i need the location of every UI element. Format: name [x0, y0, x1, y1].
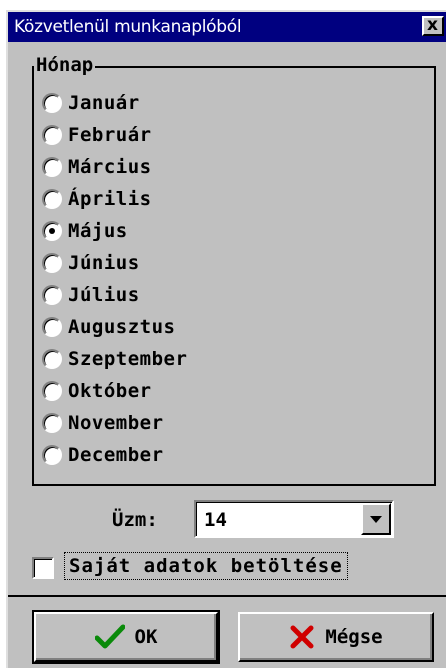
- cancel-label: Mégse: [325, 626, 383, 648]
- radio-month-oktober[interactable]: Október: [42, 376, 152, 406]
- radio-month-aprilis[interactable]: Április: [42, 184, 152, 214]
- radio-label: Január: [68, 92, 140, 114]
- radio-button[interactable]: [42, 413, 62, 433]
- radio-label: Szeptember: [68, 348, 188, 370]
- radio-button[interactable]: [42, 93, 62, 113]
- radio-button[interactable]: [42, 445, 62, 465]
- radio-label: December: [68, 444, 164, 466]
- own-data-label[interactable]: Saját adatok betöltése: [64, 552, 348, 580]
- radio-month-julius[interactable]: Július: [42, 280, 140, 310]
- uzm-dropdown[interactable]: 14: [194, 500, 394, 538]
- radio-label: Október: [68, 380, 152, 402]
- radio-button[interactable]: [42, 189, 62, 209]
- radio-month-augusztus[interactable]: Augusztus: [42, 312, 175, 342]
- radio-label: Május: [68, 220, 128, 242]
- radio-month-december[interactable]: December: [42, 440, 164, 470]
- radio-label: Március: [68, 156, 152, 178]
- radio-month-november[interactable]: November: [42, 408, 164, 438]
- uzm-label: Üzm:: [112, 509, 158, 531]
- radio-month-marcius[interactable]: Március: [42, 152, 152, 182]
- radio-button-selected[interactable]: [42, 221, 62, 241]
- close-icon: x: [427, 15, 438, 35]
- radio-button[interactable]: [42, 253, 62, 273]
- own-data-checkbox[interactable]: [32, 557, 54, 579]
- radio-label: November: [68, 412, 164, 434]
- radio-button[interactable]: [42, 381, 62, 401]
- radio-button[interactable]: [42, 349, 62, 369]
- dialog-window: Közvetlenül munkanaplóból x Hónap Január…: [6, 10, 446, 668]
- radio-button[interactable]: [42, 285, 62, 305]
- radio-label: Augusztus: [68, 316, 176, 338]
- radio-month-februar[interactable]: Február: [42, 120, 152, 150]
- radio-label: Június: [68, 252, 140, 274]
- radio-month-majus[interactable]: Május: [42, 216, 128, 246]
- checkmark-icon: [94, 624, 125, 649]
- radio-button[interactable]: [42, 125, 62, 145]
- radio-button[interactable]: [42, 157, 62, 177]
- radio-label: Április: [68, 188, 152, 210]
- radio-button[interactable]: [42, 317, 62, 337]
- month-groupbox: Hónap Január Február Március Április Máj…: [32, 54, 436, 486]
- month-group-title: Hónap: [34, 54, 96, 76]
- radio-month-junius[interactable]: Június: [42, 248, 140, 278]
- title-bar[interactable]: Közvetlenül munkanaplóból x: [8, 12, 446, 42]
- cancel-button[interactable]: Mégse: [238, 612, 434, 662]
- chevron-down-icon[interactable]: [361, 503, 391, 535]
- x-icon: [290, 625, 314, 649]
- uzm-value: 14: [204, 509, 227, 531]
- window-title: Közvetlenül munkanaplóból: [14, 17, 242, 37]
- close-button[interactable]: x: [422, 15, 444, 36]
- radio-month-szeptember[interactable]: Szeptember: [42, 344, 187, 374]
- radio-month-januar[interactable]: Január: [42, 88, 140, 118]
- ok-label: OK: [134, 626, 158, 648]
- ok-button[interactable]: OK: [32, 610, 220, 664]
- radio-label: Július: [68, 284, 140, 306]
- radio-label: Február: [68, 124, 152, 146]
